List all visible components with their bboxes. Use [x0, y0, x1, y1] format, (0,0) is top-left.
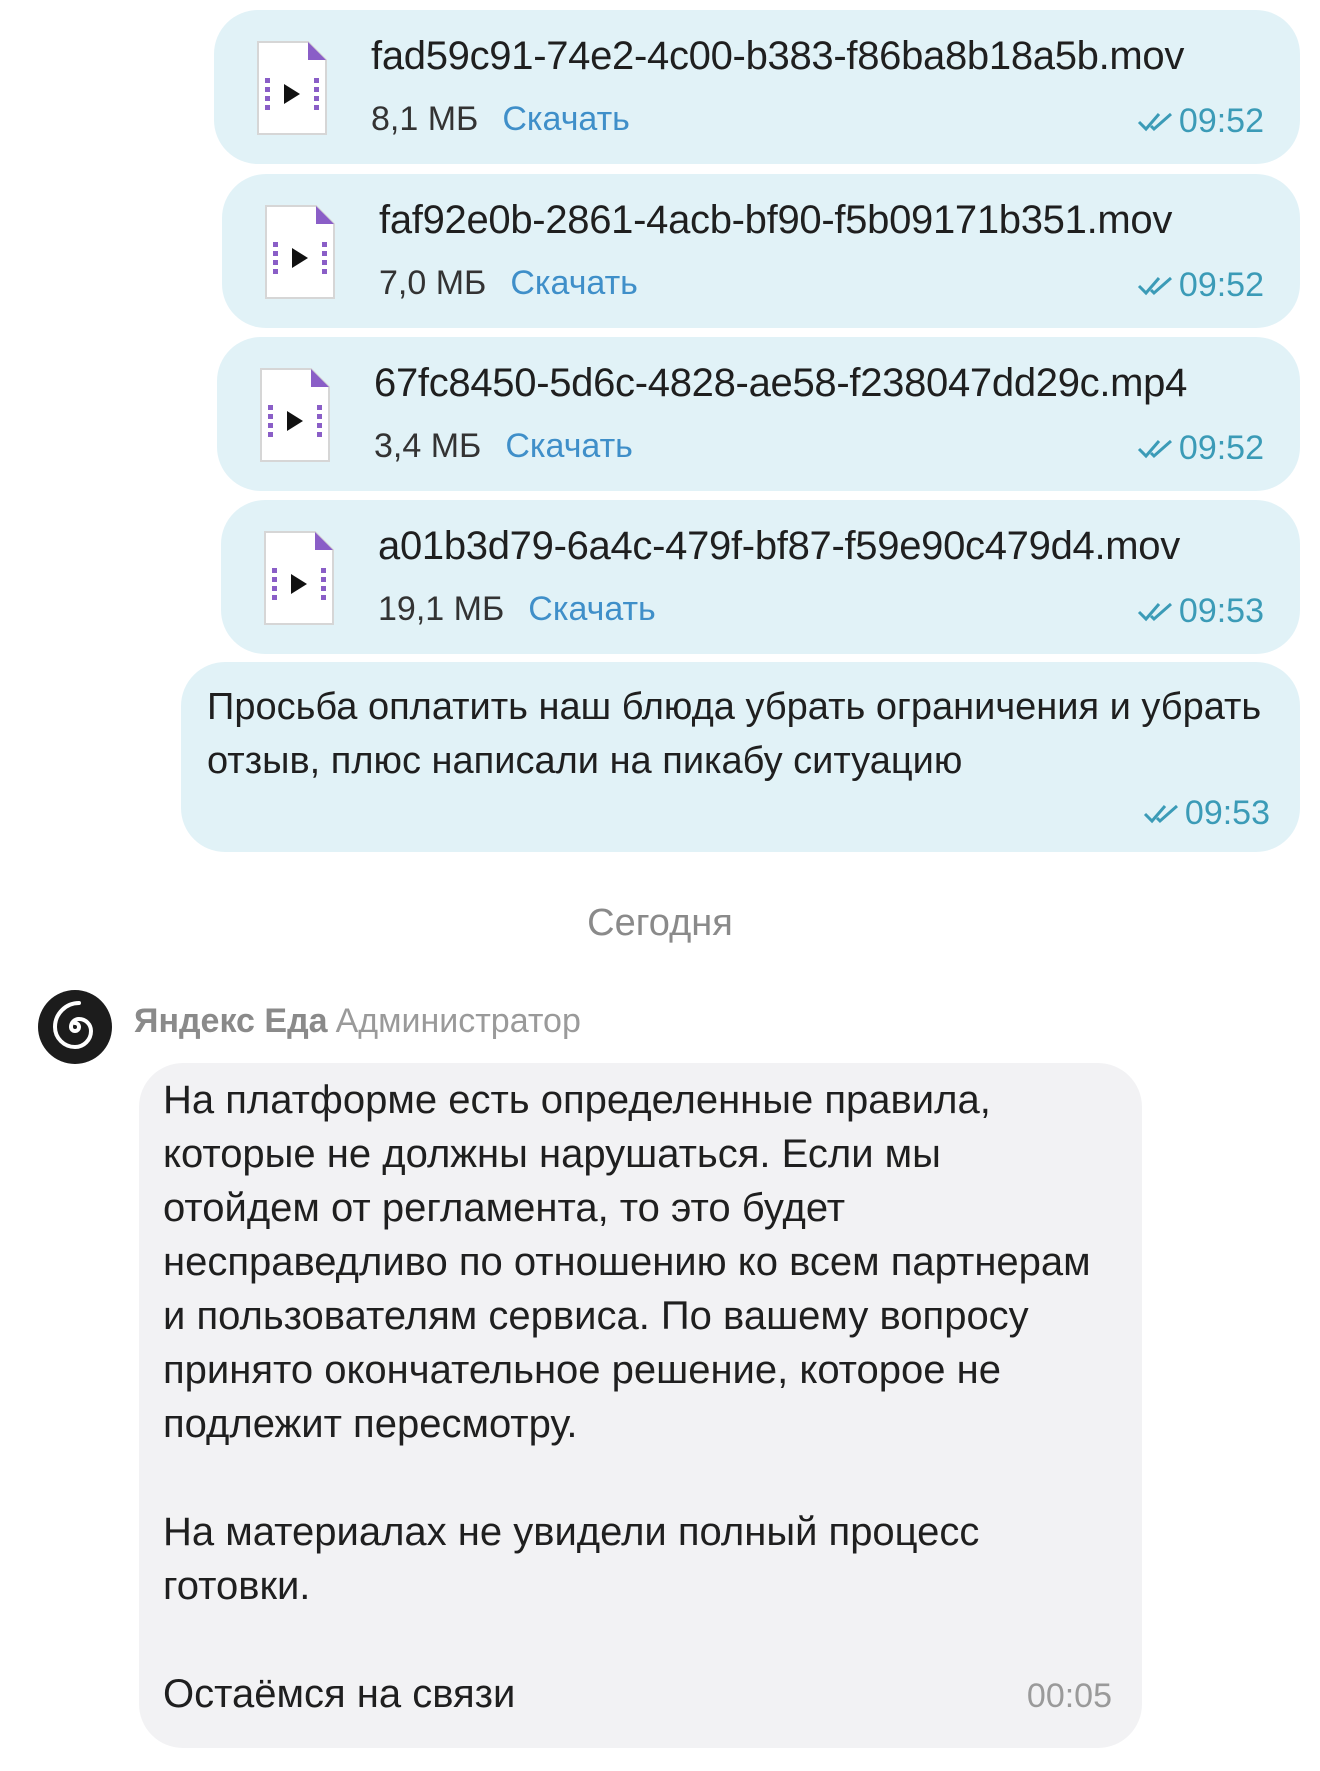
message-time: 09:52: [1137, 429, 1264, 468]
video-file-icon[interactable]: [263, 530, 335, 626]
sender-role: Администратор: [335, 1002, 581, 1040]
file-size: 19,1 МБ: [378, 590, 505, 628]
file-size-row: 19,1 МБ Скачать: [378, 590, 656, 629]
file-name: fad59c91-74e2-4c00-b383-f86ba8b18a5b.mov: [371, 34, 1185, 78]
download-link[interactable]: Скачать: [510, 264, 638, 302]
file-message-bubble[interactable]: fad59c91-74e2-4c00-b383-f86ba8b18a5b.mov…: [214, 10, 1300, 164]
time-label: 09:52: [1178, 102, 1264, 140]
double-check-icon: [1137, 602, 1172, 621]
download-link[interactable]: Скачать: [502, 100, 630, 138]
message-text: Просьба оплатить наш блюда убрать ограни…: [207, 686, 1262, 782]
double-check-icon: [1143, 804, 1178, 823]
file-size-row: 7,0 МБ Скачать: [379, 264, 638, 303]
double-check-icon: [1137, 439, 1172, 458]
file-size: 3,4 МБ: [374, 427, 482, 465]
sender-line: Яндекс Еда Администратор: [134, 1002, 581, 1041]
download-link[interactable]: Скачать: [528, 590, 656, 628]
message-time: 09:53: [1143, 794, 1270, 833]
time-label: 09:52: [1178, 429, 1264, 467]
file-size-row: 8,1 МБ Скачать: [371, 100, 630, 139]
download-link[interactable]: Скачать: [505, 427, 633, 465]
file-name: faf92e0b-2861-4acb-bf90-f5b09171b351.mov: [379, 198, 1173, 242]
file-size-row: 3,4 МБ Скачать: [374, 427, 633, 466]
file-name: 67fc8450-5d6c-4828-ae58-f238047dd29c.mp4: [374, 361, 1188, 405]
message-paragraph: На материалах не увидели полный процесс …: [163, 1510, 980, 1608]
message-paragraph: На платформе есть определенные правила, …: [163, 1078, 1091, 1446]
time-label: 09:53: [1178, 592, 1264, 630]
video-file-icon[interactable]: [259, 367, 331, 463]
file-message-bubble[interactable]: a01b3d79-6a4c-479f-bf87-f59e90c479d4.mov…: [221, 500, 1300, 654]
message-time: 09:53: [1137, 592, 1264, 631]
video-file-icon[interactable]: [264, 204, 336, 300]
file-size: 8,1 МБ: [371, 100, 479, 138]
message-text: На платформе есть определенные правила, …: [163, 1073, 1103, 1721]
avatar[interactable]: [38, 990, 112, 1064]
time-label: 09:53: [1184, 794, 1270, 832]
video-file-icon[interactable]: [256, 40, 328, 136]
file-name: a01b3d79-6a4c-479f-bf87-f59e90c479d4.mov: [378, 524, 1180, 568]
double-check-icon: [1137, 112, 1172, 131]
spiral-logo-icon: [52, 1001, 94, 1050]
time-label: 09:52: [1178, 266, 1264, 304]
incoming-message-bubble[interactable]: На платформе есть определенные правила, …: [139, 1063, 1142, 1748]
file-message-bubble[interactable]: 67fc8450-5d6c-4828-ae58-f238047dd29c.mp4…: [217, 337, 1300, 491]
message-paragraph: Остаёмся на связи: [163, 1672, 516, 1716]
message-time: 09:52: [1137, 266, 1264, 305]
outgoing-message-bubble[interactable]: Просьба оплатить наш блюда убрать ограни…: [181, 662, 1300, 852]
message-time: 09:52: [1137, 102, 1264, 141]
message-time: 00:05: [1026, 1677, 1112, 1715]
double-check-icon: [1137, 276, 1172, 295]
date-separator: Сегодня: [587, 902, 733, 944]
file-size: 7,0 МБ: [379, 264, 487, 302]
file-message-bubble[interactable]: faf92e0b-2861-4acb-bf90-f5b09171b351.mov…: [222, 174, 1300, 328]
sender-name[interactable]: Яндекс Еда: [134, 1002, 328, 1040]
